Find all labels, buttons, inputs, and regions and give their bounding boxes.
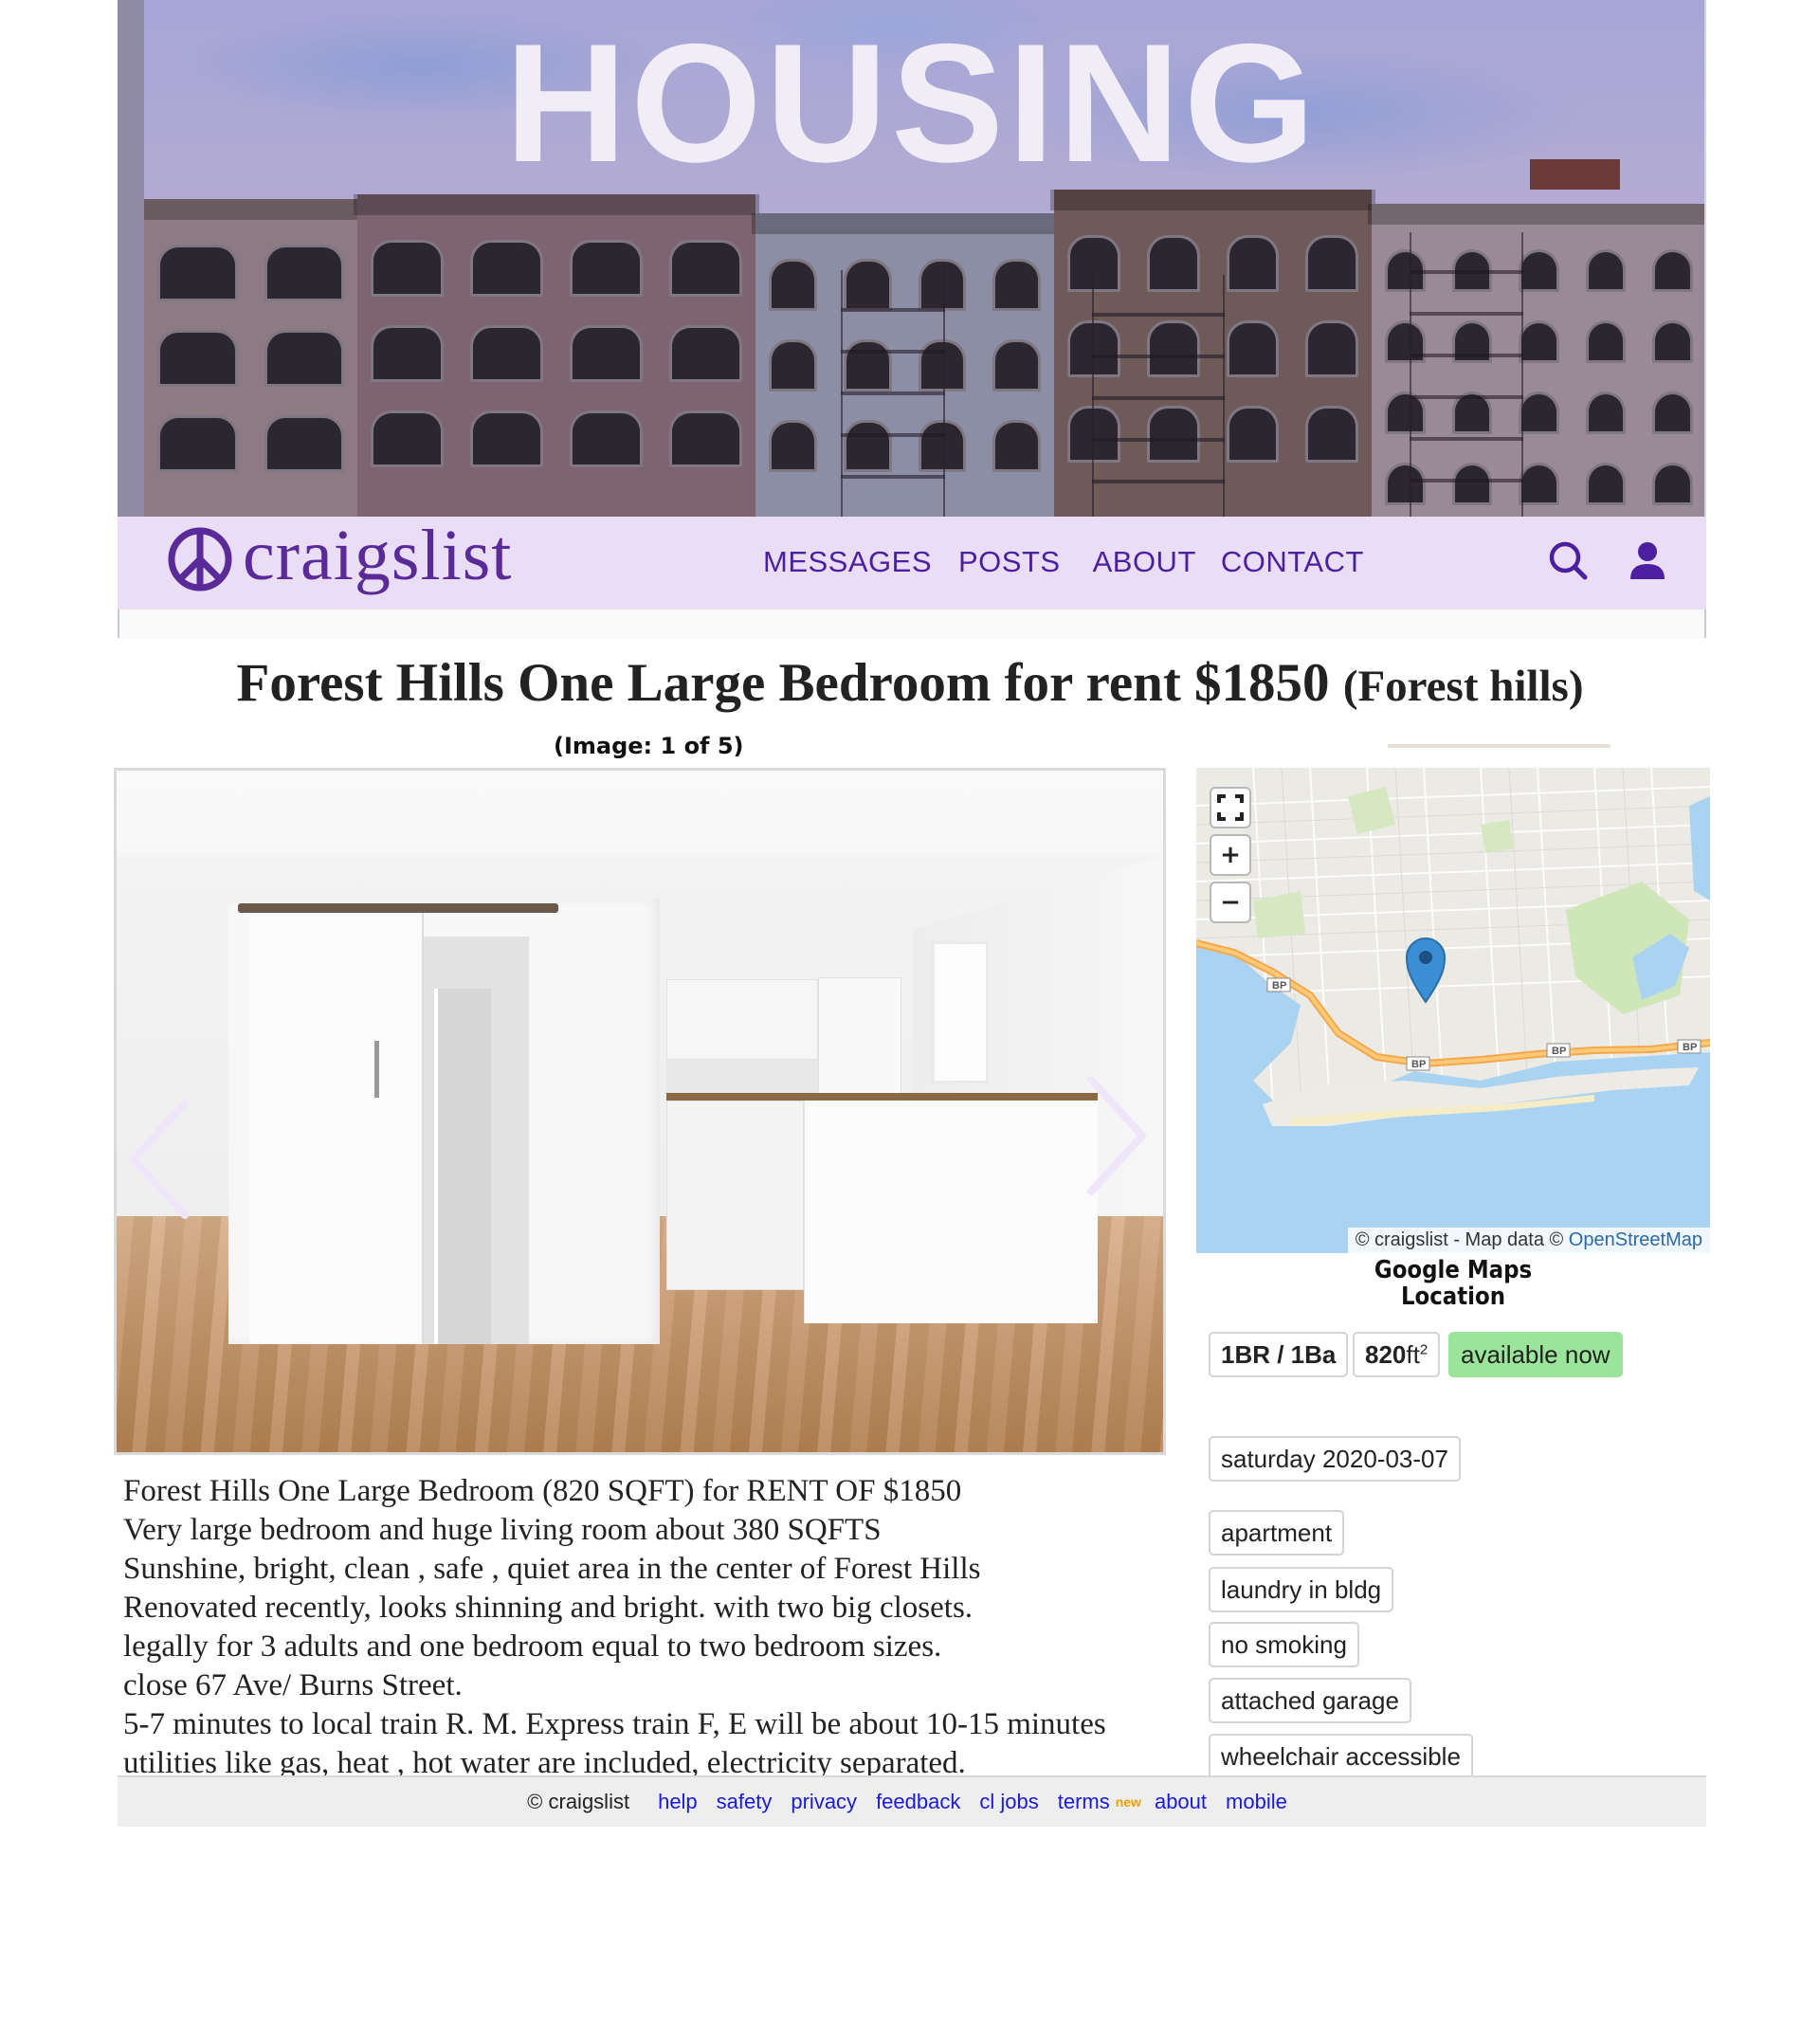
building	[752, 213, 1058, 517]
body-line: Renovated recently, looks shinning and b…	[123, 1591, 974, 1625]
menu-item-posts[interactable]: POSTS	[958, 545, 1061, 579]
footer-copyright: © craigslist	[527, 1790, 630, 1813]
date-tag: saturday 2020-03-07	[1209, 1436, 1461, 1482]
tag-attached-garage: attached garage	[1209, 1678, 1411, 1723]
menu-item-contact[interactable]: CONTACT	[1221, 545, 1364, 579]
footer-link-cl-jobs[interactable]: cl jobs	[979, 1790, 1038, 1814]
zoom-out-icon[interactable]: −	[1210, 882, 1251, 923]
sqft-tag: 820ft2	[1353, 1332, 1441, 1377]
footer-link-terms[interactable]: terms	[1058, 1790, 1110, 1814]
tag-no-smoking: no smoking	[1209, 1622, 1359, 1667]
footer-link-safety[interactable]: safety	[717, 1790, 773, 1814]
sqft-unit: ft	[1406, 1340, 1420, 1369]
divider	[1388, 744, 1611, 748]
user-icon[interactable]	[1627, 539, 1668, 581]
map-caption-line2: Location	[1400, 1283, 1506, 1311]
posting-title-text: Forest Hills One Large Bedroom for rent …	[236, 653, 1330, 713]
road-label: BP	[1272, 980, 1286, 992]
body-line: utilities like gas, heat , hot water are…	[123, 1746, 966, 1775]
map-caption: Google Maps Location	[1228, 1257, 1680, 1310]
map-attribution: © craigslist - Map data © OpenStreetMap	[1347, 1228, 1710, 1253]
body-line: close 67 Ave/ Burns Street.	[123, 1668, 463, 1702]
tag-apartment: apartment	[1209, 1510, 1345, 1556]
main-menu: MESSAGES POSTS ABOUT CONTACT	[763, 545, 1391, 579]
map-controls: + −	[1210, 787, 1251, 923]
tag-laundry: laundry in bldg	[1209, 1567, 1394, 1612]
road-label: BP	[1552, 1046, 1566, 1057]
previous-image-arrow-icon[interactable]	[126, 1098, 192, 1221]
new-badge: new	[1115, 1794, 1141, 1810]
zoom-in-icon[interactable]: +	[1210, 834, 1251, 876]
tag-wheelchair-accessible: wheelchair accessible	[1209, 1734, 1473, 1775]
road-label: BP	[1683, 1042, 1697, 1053]
footer-link-privacy[interactable]: privacy	[791, 1790, 857, 1814]
next-image-arrow-icon[interactable]	[1083, 1074, 1150, 1197]
availability-badge: available now	[1448, 1332, 1623, 1377]
building	[1368, 204, 1706, 517]
sqft-sup: 2	[1419, 1341, 1429, 1358]
body-line: legally for 3 adults and one bedroom equ…	[123, 1629, 942, 1664]
posting-title: Forest Hills One Large Bedroom for rent …	[0, 652, 1820, 714]
peace-sign-icon	[168, 527, 232, 591]
map-caption-line1: Google Maps	[1374, 1256, 1533, 1284]
road-label: BP	[1411, 1059, 1426, 1070]
top-navigation: craigslist MESSAGES POSTS ABOUT CONTACT	[118, 517, 1706, 610]
body-line: Forest Hills One Large Bedroom (820 SQFT…	[123, 1474, 962, 1508]
sqft-value: 820	[1365, 1340, 1407, 1369]
menu-item-messages[interactable]: MESSAGES	[763, 545, 932, 579]
map-tiles: BP BP BP BP	[1196, 768, 1710, 1253]
footer-link-help[interactable]: help	[658, 1790, 698, 1814]
menu-item-about[interactable]: ABOUT	[1093, 545, 1196, 579]
body-line: Sunshine, bright, clean , safe , quiet a…	[123, 1552, 981, 1586]
footer-link-feedback[interactable]: feedback	[876, 1790, 960, 1814]
footer-link-mobile[interactable]: mobile	[1226, 1790, 1287, 1814]
bed-bath-tag: 1BR / 1Ba	[1209, 1332, 1349, 1377]
logo-text: craigslist	[243, 516, 513, 595]
body-line: 5-7 minutes to local train R. M. Express…	[123, 1707, 1106, 1741]
image-counter: (Image: 1 of 5)	[554, 733, 744, 759]
footer-link-about[interactable]: about	[1155, 1790, 1207, 1814]
image-gallery[interactable]	[114, 768, 1166, 1455]
hero-banner: HOUSING	[118, 0, 1706, 517]
fullscreen-icon[interactable]	[1210, 787, 1251, 828]
nav-icons	[1547, 539, 1668, 581]
posting-body: Forest Hills One Large Bedroom (820 SQFT…	[123, 1472, 1147, 1775]
openstreetmap-link[interactable]: OpenStreetMap	[1569, 1229, 1702, 1250]
nav-sub-bar	[118, 610, 1706, 638]
map-attribution-text: © craigslist - Map data ©	[1355, 1229, 1569, 1250]
listing-photo	[117, 771, 1163, 1452]
building	[140, 199, 361, 517]
building	[354, 194, 759, 517]
location-map[interactable]: BP BP BP BP + − © craigslist - Map data …	[1196, 768, 1710, 1253]
posting-neighborhood: (Forest hills)	[1342, 662, 1584, 711]
search-icon[interactable]	[1547, 539, 1589, 581]
attribute-tags: apartment laundry in bldg no smoking att…	[1196, 1498, 1708, 1775]
craigslist-logo[interactable]: craigslist	[167, 519, 512, 592]
hero-title: HOUSING	[504, 9, 1320, 197]
building	[1050, 190, 1375, 517]
body-line: Very large bedroom and huge living room …	[123, 1513, 882, 1547]
footer: © craigslist help safety privacy feedbac…	[118, 1775, 1706, 1827]
